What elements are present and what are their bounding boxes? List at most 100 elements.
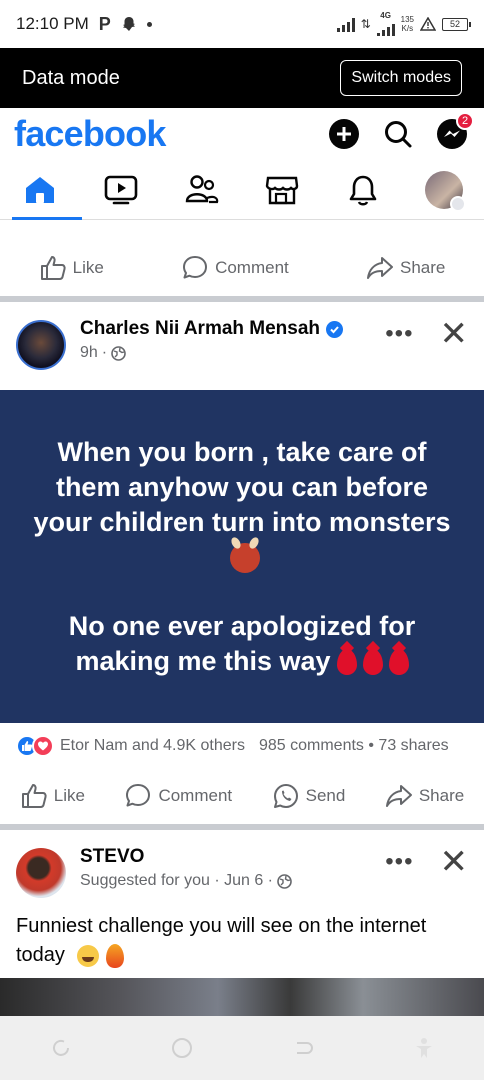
post1-like-button[interactable]: Like	[20, 782, 85, 810]
verified-badge-icon	[326, 320, 344, 338]
net-speed: 135 K/s	[401, 15, 414, 33]
prev-comment-button[interactable]: Comment	[181, 254, 289, 282]
net-speed-unit: K/s	[401, 24, 414, 33]
post2-author-avatar[interactable]	[16, 848, 66, 898]
thumbs-up-icon	[21, 784, 47, 808]
post1-author-avatar[interactable]	[16, 320, 66, 370]
messenger-badge: 2	[456, 112, 474, 130]
person-icon	[415, 1038, 432, 1058]
ogre-emoji-icon	[230, 543, 260, 574]
feed-separator-2	[0, 824, 484, 830]
post2-author-name[interactable]: STEVO	[80, 846, 144, 868]
dot-icon	[146, 21, 152, 27]
android-nav-bar	[0, 1016, 484, 1080]
post1-share-button[interactable]: Share	[385, 782, 464, 810]
meta-dot: ·	[101, 344, 108, 361]
post1-text-paragraph2: No one ever apologized for making me thi…	[28, 609, 456, 679]
post1-comments-shares[interactable]: 985 comments • 73 shares	[259, 737, 449, 755]
bell-icon	[349, 175, 377, 205]
network-type: 4G	[380, 11, 391, 20]
post1-like-label: Like	[53, 786, 85, 805]
tab-watch[interactable]	[91, 161, 151, 219]
tab-profile-menu[interactable]	[414, 161, 474, 219]
status-notification-icons: P	[99, 14, 152, 35]
post2-more-options-icon[interactable]: •••	[385, 850, 413, 874]
friends-icon	[185, 174, 218, 203]
prev-share-button[interactable]: Share	[366, 254, 445, 282]
post2-meta[interactable]: Suggested for you · Jun 6 ·	[80, 872, 273, 890]
post1-text-background[interactable]: When you born , take care of them anyhow…	[0, 390, 484, 723]
comment-icon	[126, 784, 151, 807]
facebook-logo[interactable]: facebook	[14, 113, 166, 155]
post1-comment-button[interactable]: Comment	[124, 782, 232, 810]
messenger-button[interactable]: 2	[434, 112, 474, 152]
network-4g: 4G	[376, 11, 395, 36]
main-tabs	[0, 160, 484, 220]
facebook-header: facebook 2	[0, 108, 484, 160]
post1-close-icon[interactable]: ✕	[440, 317, 469, 351]
data-mode-title: Data mode	[22, 66, 120, 89]
search-button[interactable]	[380, 116, 416, 152]
data-mode-bar: Data mode Switch modes	[0, 48, 484, 108]
marketplace-icon	[266, 176, 299, 204]
tab-friends[interactable]	[172, 161, 232, 219]
post1-share-label: Share	[418, 786, 465, 805]
home-icon	[26, 176, 55, 203]
status-right: ⇅ 4G 135 K/s 52	[336, 11, 471, 36]
reaction-icons[interactable]	[16, 735, 54, 757]
prev-like-button[interactable]: Like	[39, 254, 104, 282]
post1-reactions-text[interactable]: Etor Nam and 4.9K others	[60, 737, 245, 755]
laughing-emoji-icon	[76, 944, 99, 967]
post1-text-paragraph1: When you born , take care of them anyhow…	[28, 435, 456, 575]
alert-icon	[420, 17, 436, 31]
post2-close-icon[interactable]: ✕	[440, 845, 469, 879]
snapchat-icon	[122, 17, 135, 31]
prev-like-label: Like	[72, 258, 104, 277]
post1-header: Charles Nii Armah Mensah 9h · ••• ✕	[0, 317, 484, 388]
battery-icon: 52	[442, 17, 471, 31]
post2-video-thumbnail[interactable]	[0, 978, 484, 1018]
prev-share-label: Share	[400, 258, 446, 277]
profile-avatar	[424, 170, 466, 212]
video-icon	[104, 175, 138, 204]
status-bar: 12:10 PM P ⇅ 4G 135 K/s 52	[0, 0, 484, 48]
nav-assistant-button[interactable]	[409, 1033, 439, 1063]
prev-comment-label: Comment	[215, 258, 289, 277]
tab-marketplace[interactable]	[252, 161, 312, 219]
signal-icon	[336, 16, 355, 32]
search-icon	[385, 121, 412, 148]
parking-icon: P	[98, 13, 111, 34]
data-arrows-icon: ⇅	[360, 17, 371, 31]
thumbs-up-icon	[40, 256, 66, 280]
menu-icon	[449, 195, 466, 212]
post1-text-line1: When you born , take care of them anyhow…	[33, 436, 451, 537]
back-icon	[296, 1042, 313, 1054]
fire-emoji-icon	[106, 943, 125, 968]
switch-modes-button[interactable]: Switch modes	[340, 60, 462, 96]
feed-separator	[0, 296, 484, 302]
plus-icon	[329, 119, 359, 149]
post1-send-button[interactable]: Send	[272, 782, 345, 810]
share-icon	[367, 257, 393, 279]
post1-comment-label: Comment	[158, 786, 233, 805]
status-time: 12:10 PM	[16, 14, 89, 33]
tab-home[interactable]	[10, 161, 83, 220]
whatsapp-icon	[273, 784, 298, 808]
refresh-icon	[52, 1039, 69, 1056]
nav-recent-button[interactable]	[46, 1033, 76, 1063]
net-speed-value: 135	[400, 15, 414, 24]
globe-icon	[277, 873, 292, 889]
post1-more-options-icon[interactable]: •••	[385, 322, 413, 346]
post1-actions: Like Comment Send Share	[0, 774, 484, 818]
tab-notifications[interactable]	[333, 161, 393, 219]
nav-home-button[interactable]	[167, 1033, 197, 1063]
post1-author-name[interactable]: Charles Nii Armah Mensah	[80, 318, 320, 340]
post2-text[interactable]: Funniest challenge you will see on the i…	[16, 912, 466, 970]
post1-time[interactable]: 9h	[80, 344, 98, 362]
prev-post-actions: Like Comment Share	[0, 246, 484, 290]
create-button[interactable]	[326, 116, 362, 152]
circle-icon	[171, 1038, 192, 1058]
love-reaction-icon	[32, 735, 54, 757]
nav-back-button[interactable]	[288, 1033, 318, 1063]
blood-drops-icon	[336, 649, 409, 676]
